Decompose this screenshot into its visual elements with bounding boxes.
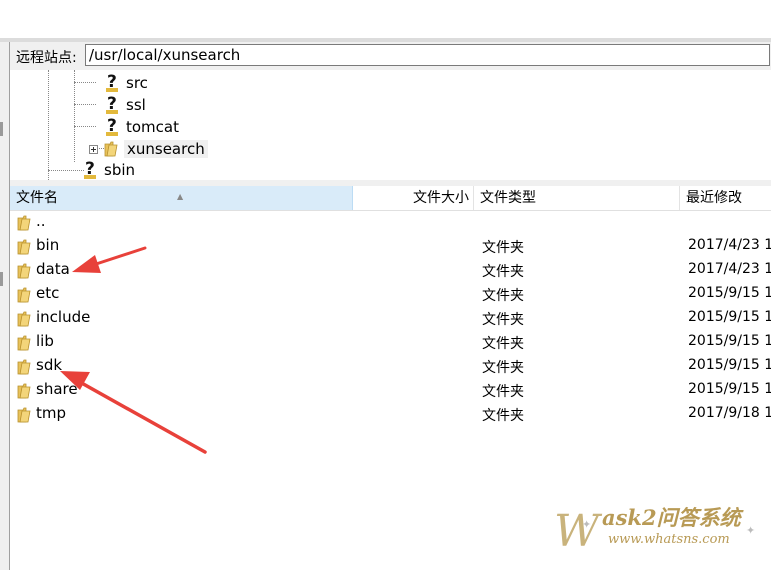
watermark-url: www.whatsns.com	[608, 532, 730, 547]
arrow-to-sdk	[60, 371, 207, 454]
sparkle-icon: ✦	[582, 518, 592, 531]
watermark-logo: W ask2问答系统 www.whatsns.com ✦ ✦	[550, 500, 771, 570]
watermark-letter: W	[554, 506, 600, 557]
watermark-title: ask2问答系统	[602, 505, 741, 530]
annotation-arrows	[60, 246, 207, 454]
sparkle-icon: ✦	[746, 524, 756, 537]
arrow-to-data	[72, 246, 147, 273]
